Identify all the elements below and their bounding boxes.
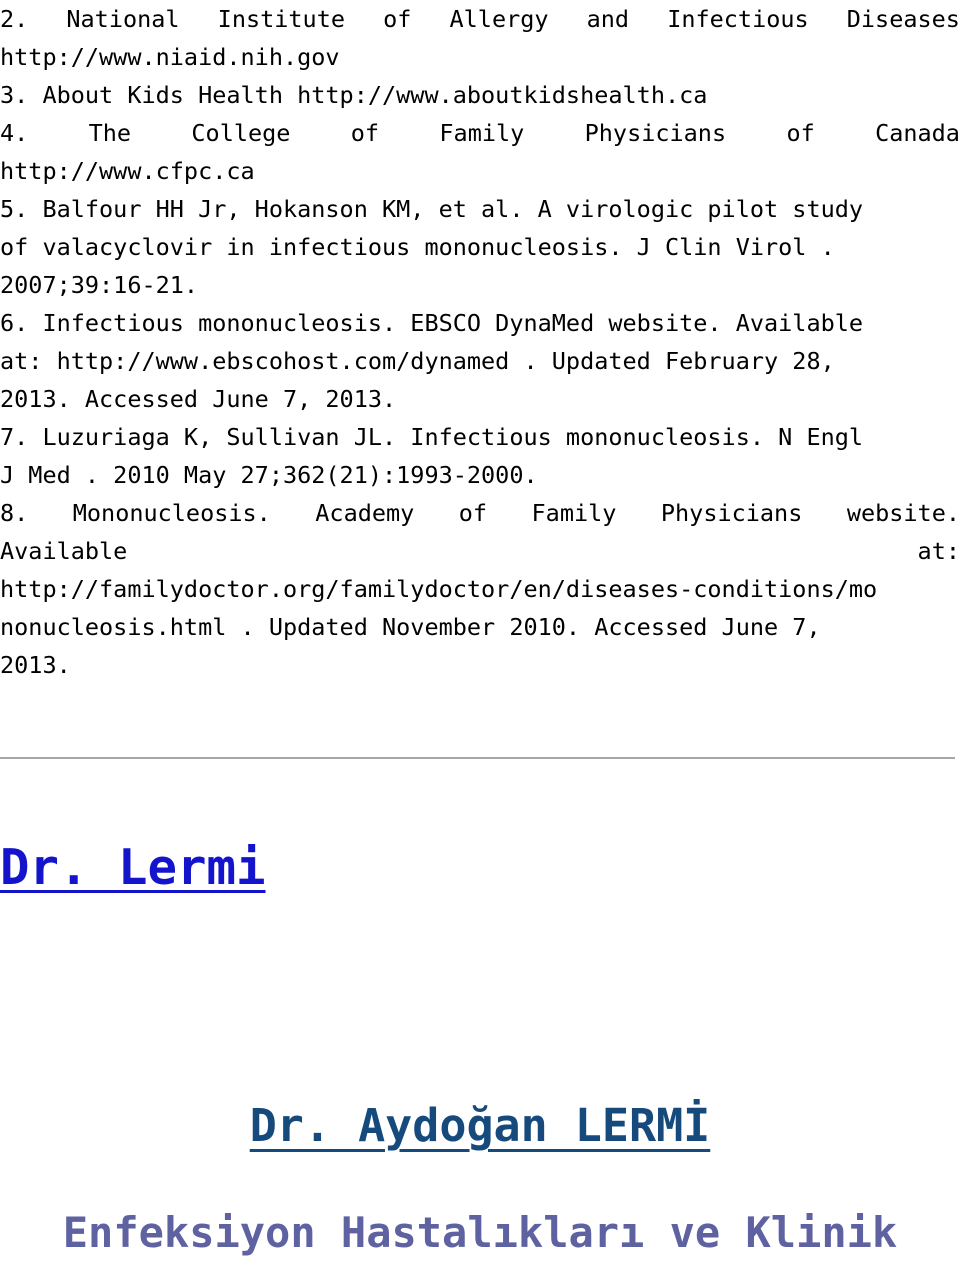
reference-line: 2013. [0,651,71,679]
reference-line-word: Academy [315,499,415,527]
reference-line: http://www.cfpc.ca [0,157,255,185]
reference-line: 2. National Institute of Allergy and Inf… [0,0,960,38]
reference-line: 6. Infectious mononucleosis. EBSCO DynaM… [0,309,864,337]
reference-line-word: Allergy [449,5,549,33]
doctor-specialty: Enfeksiyon Hastalıkları ve Klinik [62,1208,898,1257]
reference-line-word: Physicians [660,499,803,527]
reference-line: http://www.niaid.nih.gov [0,43,340,71]
doctor-site-link[interactable]: Dr. Lermi [0,838,266,898]
reference-line-word: of [786,119,815,147]
reference-line: 2007;39:16-21. [0,271,199,299]
reference-list: 2. National Institute of Allergy and Inf… [0,0,960,684]
doctor-name: Dr. Aydoğan LERMİ [249,1099,711,1152]
reference-line: at: http://www.ebscohost.com/dynamed . U… [0,347,835,375]
reference-line-word: of [383,5,412,33]
reference-line: J Med . 2010 May 27;362(21):1993-2000. [0,461,538,489]
reference-line: 5. Balfour HH Jr, Hokanson KM, et al. A … [0,195,864,223]
reference-line-word: The [88,119,132,147]
reference-line: 7. Luzuriaga K, Sullivan JL. Infectious … [0,423,864,451]
reference-line-word: of [458,499,488,527]
signature-role-container: Enfeksiyon Hastalıkları ve Klinik [0,1206,960,1260]
reference-line: 2013. Accessed June 7, 2013. [0,385,397,413]
reference-line-word: Available [0,537,128,565]
reference-line-word: and [586,5,630,33]
signature-name-container: Dr. Aydoğan LERMİ [0,1098,960,1154]
reference-line-word: Mononucleosis. [72,499,271,527]
reference-line-word: Family [439,119,525,147]
document-page: 2. National Institute of Allergy and Inf… [0,0,960,1269]
signature-link-container: Dr. Lermi [0,838,960,898]
reference-line-word: at: [917,537,960,565]
reference-line-word: 8. [0,499,29,527]
reference-line-word: Canada [875,119,960,147]
reference-line: nonucleosis.html . Updated November 2010… [0,613,821,641]
reference-line-word: 4. [0,119,29,147]
reference-line-word: College [191,119,291,147]
reference-line: of valacyclovir in infectious mononucleo… [0,233,835,261]
reference-line: Available at: [0,532,960,570]
reference-line-word: Physicians [584,119,727,147]
reference-line-word: Diseases [846,5,960,33]
reference-line: 4. The College of Family Physicians of C… [0,114,960,152]
section-divider [0,757,955,759]
reference-line: 8. Mononucleosis. Academy of Family Phys… [0,494,960,532]
reference-line: http://familydoctor.org/familydoctor/en/… [0,575,878,603]
reference-line-word: Family [531,499,617,527]
reference-line: 3. About Kids Health http://www.aboutkid… [0,81,708,109]
reference-line-word: 2. [0,5,29,33]
reference-line-word: Institute [217,5,346,33]
reference-line-word: of [350,119,380,147]
reference-line-word: website. [846,499,960,527]
reference-line-word: Infectious [667,5,809,33]
reference-line-word: National [66,5,180,33]
